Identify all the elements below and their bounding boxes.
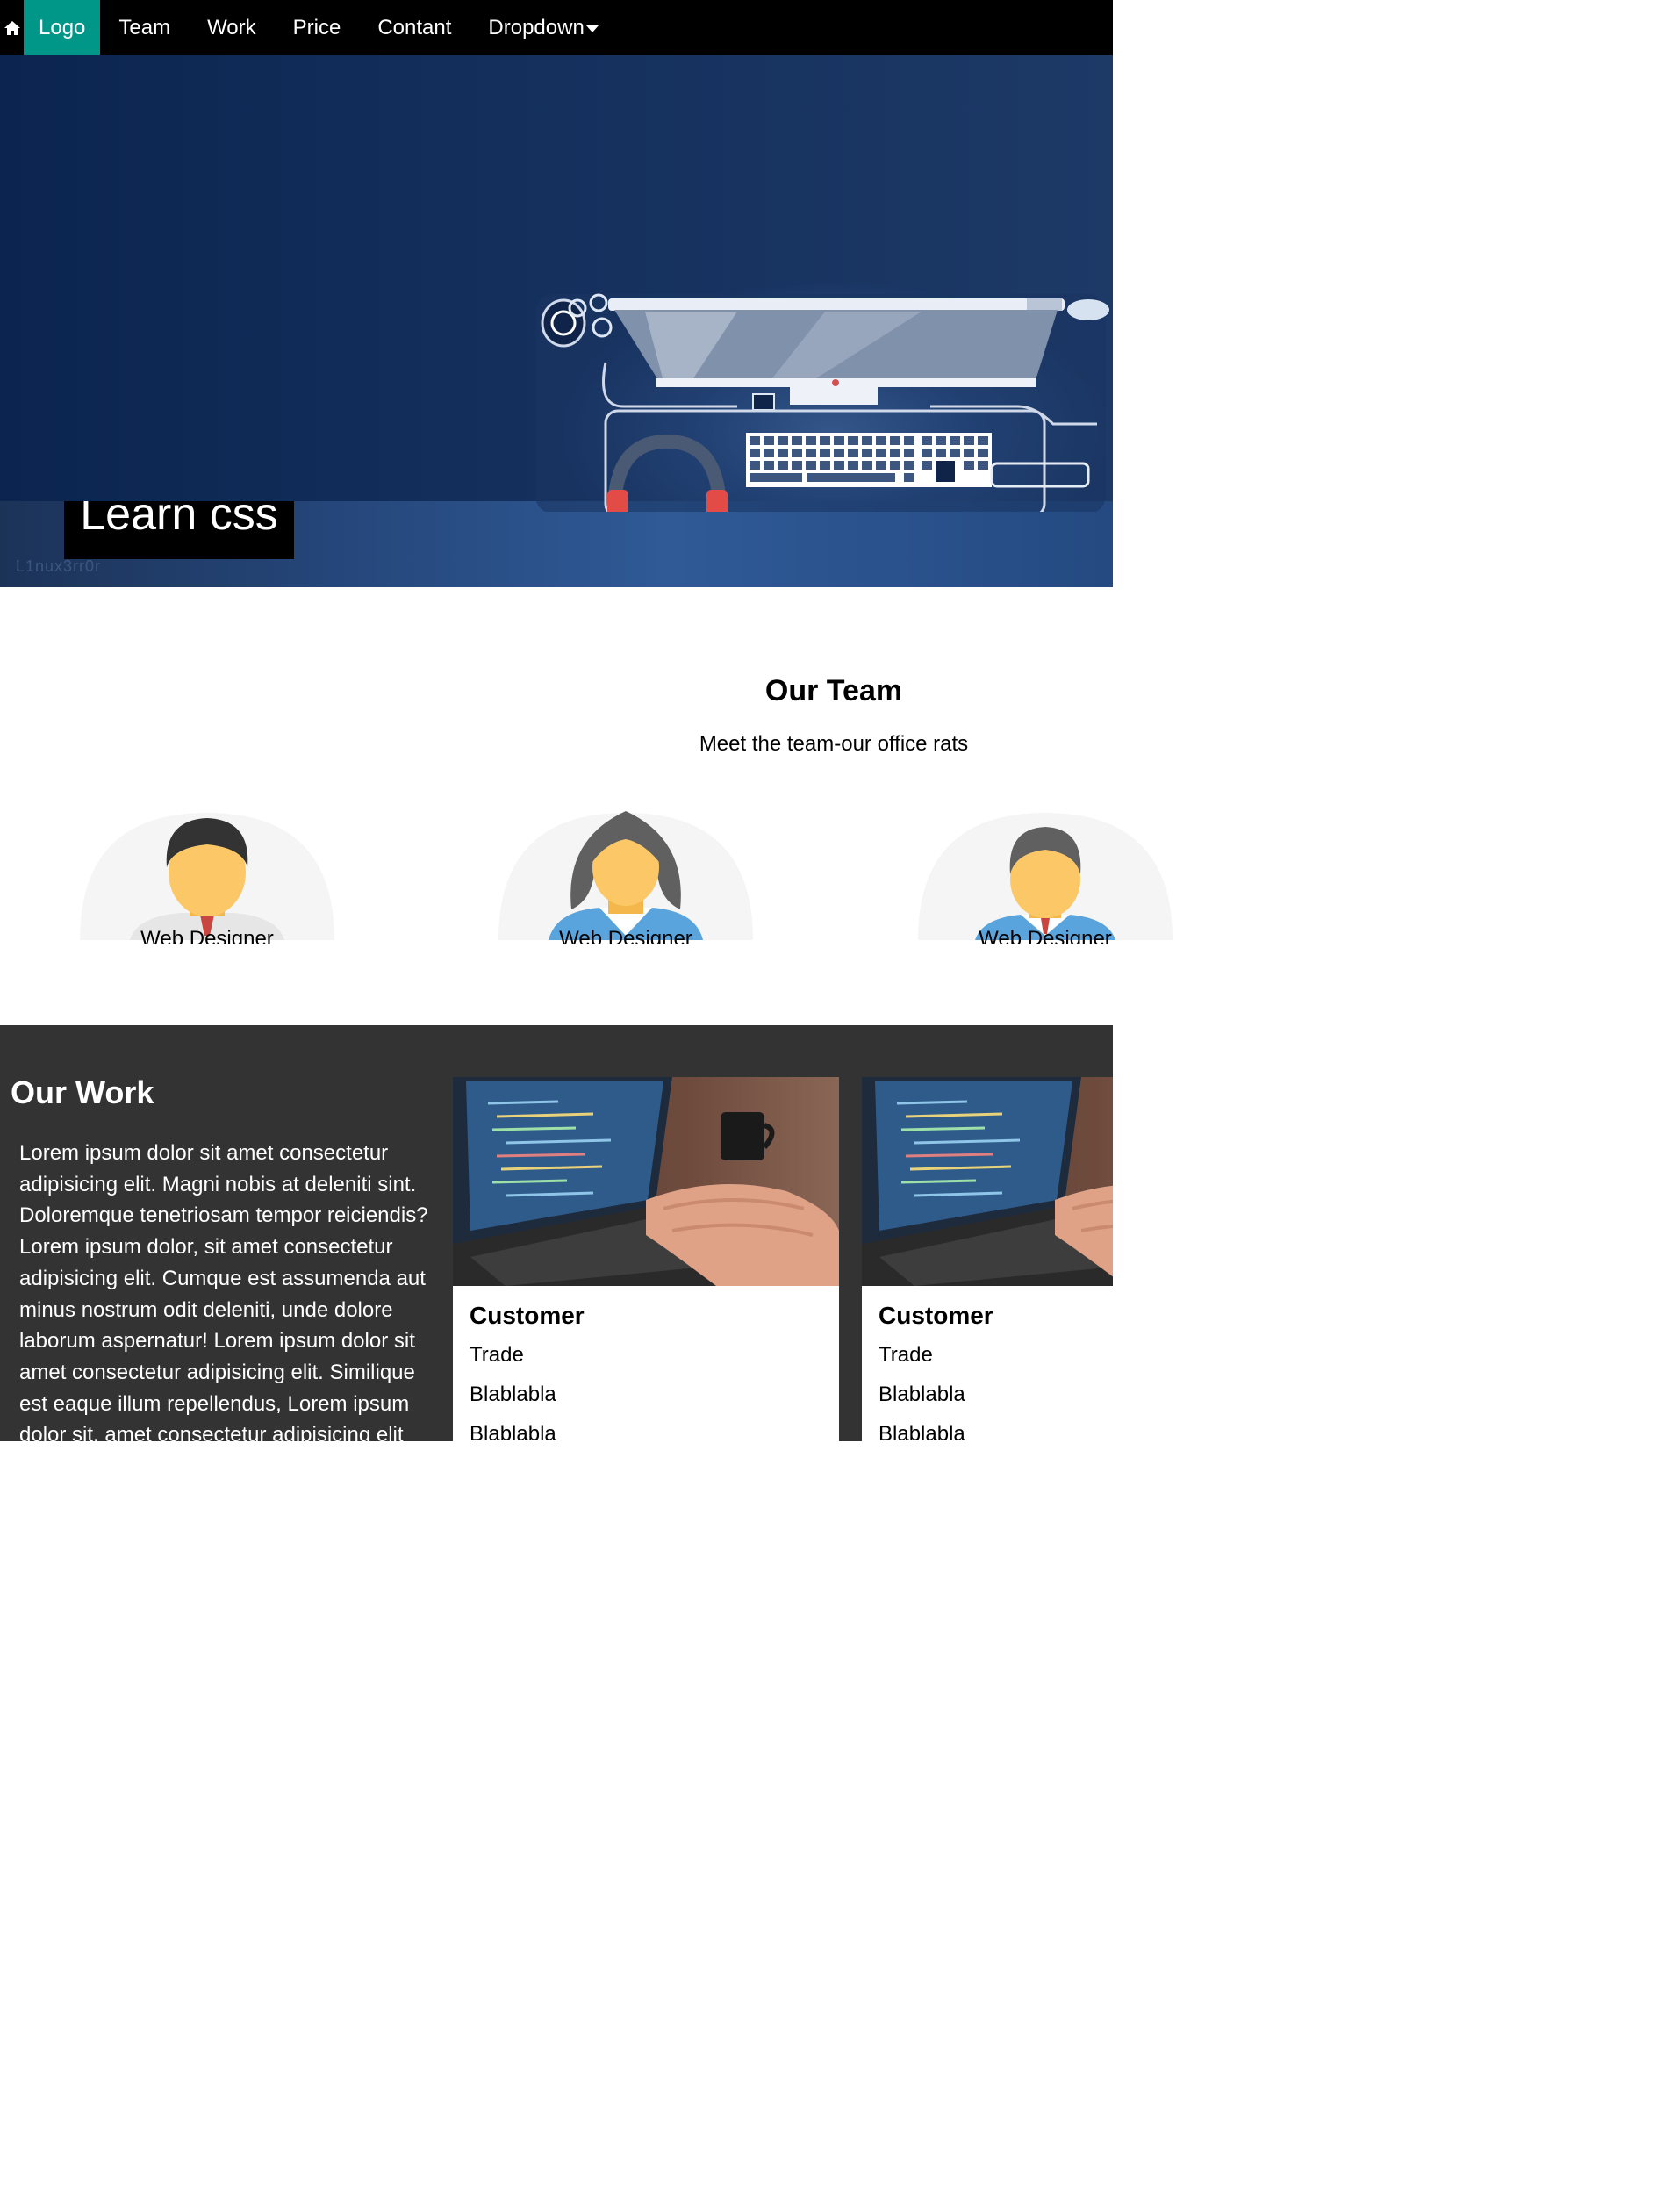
- card-title: Customer: [879, 1302, 993, 1329]
- work-card[interactable]: Customer Trade Blablabla Blablabla: [862, 1077, 1113, 1441]
- work-section: Our Work Lorem ipsum dolor sit amet cons…: [0, 1025, 1113, 1441]
- work-card[interactable]: Customer Trade Blablabla Blablabla: [453, 1077, 839, 1441]
- nav-item-team[interactable]: Team: [100, 0, 189, 55]
- team-subtitle: Meet the team-our office rats: [699, 732, 969, 756]
- nav-logo[interactable]: Logo: [24, 0, 101, 55]
- card-line: Blablabla: [470, 1422, 556, 1441]
- card-line: Blablabla: [470, 1382, 556, 1406]
- card-line: Blablabla: [879, 1422, 965, 1441]
- work-title: Our Work: [11, 1074, 154, 1110]
- man-avatar-icon: [918, 813, 1173, 940]
- navbar: Logo Team Work Price Contant Dropdown: [0, 0, 1113, 55]
- member-role: Web Designer: [559, 927, 692, 944]
- caret-down-icon: [585, 25, 599, 32]
- desk-computer-illustration: [535, 293, 1109, 512]
- team-title: Our Team: [764, 674, 903, 707]
- team-member: Web Designer: [75, 804, 339, 944]
- hero-title: Learn css: [80, 489, 278, 540]
- nav-dropdown[interactable]: Dropdown: [470, 0, 616, 55]
- hero-title-box: Learn css: [64, 501, 294, 559]
- nav-item-contant[interactable]: Contant: [359, 0, 470, 55]
- team-member: Web Designer: [914, 804, 1177, 944]
- laptop-code-image: [862, 1077, 1113, 1286]
- woman-avatar-icon: [498, 811, 753, 940]
- card-line: Trade: [879, 1343, 933, 1367]
- laptop-code-image: [453, 1077, 839, 1286]
- nav-item-price[interactable]: Price: [275, 0, 360, 55]
- nav-dropdown-label: Dropdown: [488, 15, 585, 40]
- card-line: Blablabla: [879, 1382, 965, 1406]
- card-title: Customer: [470, 1302, 585, 1329]
- hero-banner: Learn css L1nux3rr0r: [0, 55, 1113, 587]
- watermark: L1nux3rr0r: [16, 557, 102, 575]
- member-role: Web Designer: [140, 927, 274, 944]
- home-icon[interactable]: [0, 0, 24, 55]
- nav-item-work[interactable]: Work: [189, 0, 275, 55]
- card-line: Trade: [470, 1343, 524, 1367]
- work-text: Lorem ipsum dolor sit amet consectetur a…: [19, 1141, 428, 1441]
- member-role: Web Designer: [979, 927, 1112, 944]
- team-member: Web Designer: [494, 804, 757, 944]
- man-avatar-icon: [80, 813, 334, 940]
